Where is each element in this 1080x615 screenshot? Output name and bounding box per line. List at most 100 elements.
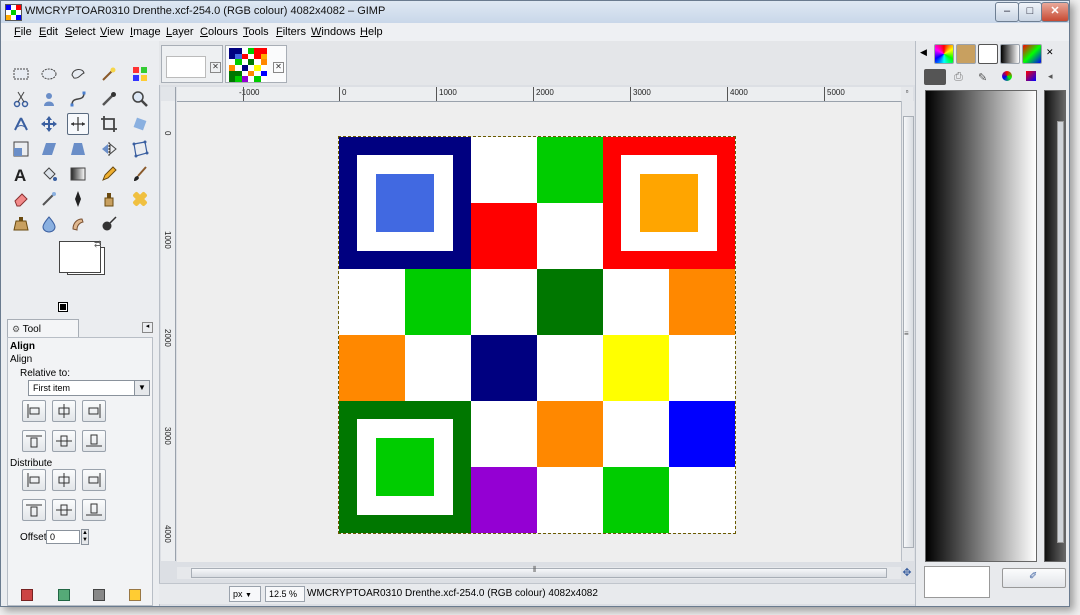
scissors-select-tool-icon[interactable] bbox=[10, 88, 32, 110]
pencil-tool-icon[interactable] bbox=[98, 163, 120, 185]
select-by-color-tool-icon[interactable] bbox=[129, 63, 151, 85]
horizontal-ruler[interactable]: -1000 0 1000 2000 3000 4000 5000 bbox=[177, 87, 901, 102]
bucket-fill-tool-icon[interactable] bbox=[38, 163, 60, 185]
menu-tools[interactable]: Tools bbox=[243, 26, 269, 38]
scale-tool-icon[interactable] bbox=[10, 138, 32, 160]
align-left-edge-button[interactable] bbox=[22, 400, 46, 422]
measure-tool-icon[interactable] bbox=[10, 113, 32, 135]
rotate-tool-icon[interactable] bbox=[129, 113, 151, 135]
foreground-select-tool-icon[interactable] bbox=[38, 88, 60, 110]
image-tab-2[interactable]: ✕ bbox=[225, 45, 287, 83]
gradient-preview[interactable] bbox=[925, 90, 1037, 562]
align-top-edge-button[interactable] bbox=[22, 430, 46, 452]
distribute-right-button[interactable] bbox=[82, 469, 106, 491]
close-tab-icon[interactable]: ✕ bbox=[273, 62, 284, 73]
close-tab-icon[interactable]: ✕ bbox=[210, 62, 221, 73]
gradients-tab-icon[interactable] bbox=[1000, 44, 1020, 64]
fg-bg-preview[interactable] bbox=[924, 566, 990, 598]
relative-to-select[interactable]: First item ▼ bbox=[28, 380, 150, 396]
distribute-middle-button[interactable] bbox=[52, 499, 76, 521]
image-board[interactable] bbox=[338, 136, 736, 534]
align-middle-button[interactable] bbox=[52, 430, 76, 452]
paths-tab-icon[interactable] bbox=[978, 44, 998, 64]
navigate-icon[interactable]: ✥ bbox=[901, 567, 913, 579]
move-tool-icon[interactable] bbox=[38, 113, 60, 135]
maximize-button[interactable]: □ bbox=[1018, 2, 1042, 22]
vertical-scrollbar[interactable]: ≡ bbox=[901, 101, 914, 561]
delete-tool-options-icon[interactable] bbox=[93, 589, 105, 601]
default-colors-icon[interactable] bbox=[58, 302, 68, 312]
color-wheel-icon[interactable] bbox=[1002, 71, 1012, 81]
offset-input[interactable]: 0 bbox=[46, 530, 80, 544]
swap-colors-icon[interactable]: ⇄ bbox=[94, 239, 102, 250]
horizontal-scroll-thumb[interactable] bbox=[191, 568, 887, 578]
perspective-clone-tool-icon[interactable] bbox=[10, 213, 32, 235]
tool-options-tab[interactable]: ⚙ Tool Options bbox=[7, 319, 79, 353]
menu-file[interactable]: File bbox=[14, 26, 32, 38]
smudge-tool-icon[interactable] bbox=[67, 213, 89, 235]
free-select-tool-icon[interactable] bbox=[67, 63, 89, 85]
menu-colours[interactable]: Colours bbox=[200, 26, 238, 38]
horizontal-scrollbar[interactable]: ⦀ bbox=[177, 565, 901, 579]
airbrush-tool-icon[interactable] bbox=[38, 188, 60, 210]
printer-icon[interactable]: ⎙ bbox=[954, 71, 963, 84]
navigate-zoom-icon[interactable]: ▫ bbox=[901, 87, 913, 101]
distribute-bottom-button[interactable] bbox=[82, 499, 106, 521]
menu-edit[interactable]: Edit bbox=[39, 26, 58, 38]
cage-transform-tool-icon[interactable] bbox=[129, 138, 151, 160]
menu-view[interactable]: View bbox=[100, 26, 124, 38]
paths-tool-icon[interactable] bbox=[67, 88, 89, 110]
color-picker-tool-icon[interactable] bbox=[98, 88, 120, 110]
restore-tool-options-icon[interactable] bbox=[58, 589, 70, 601]
menu-filters[interactable]: Filters bbox=[276, 26, 306, 38]
heal-tool-icon[interactable] bbox=[129, 188, 151, 210]
paint-tool-icon[interactable]: ✎ bbox=[978, 71, 987, 84]
menu-help[interactable]: Help bbox=[360, 26, 383, 38]
reset-tool-options-icon[interactable] bbox=[129, 589, 141, 601]
tab-menu-icon[interactable]: ◂ bbox=[142, 322, 153, 333]
fuzzy-select-tool-icon[interactable] bbox=[98, 63, 120, 85]
crop-tool-icon[interactable] bbox=[98, 113, 120, 135]
text-tool-icon[interactable]: A bbox=[10, 163, 32, 185]
shear-tool-icon[interactable] bbox=[38, 138, 60, 160]
dock-menu-icon[interactable]: ◀ bbox=[920, 47, 927, 58]
blend-tool-icon[interactable] bbox=[67, 163, 89, 185]
align-center-button[interactable] bbox=[52, 400, 76, 422]
close-dock-icon[interactable]: ✕ bbox=[1046, 47, 1054, 58]
unit-select[interactable]: px ▼ bbox=[229, 586, 261, 602]
align-bottom-edge-button[interactable] bbox=[82, 430, 106, 452]
align-tool-icon[interactable] bbox=[67, 113, 89, 135]
palette-icon[interactable] bbox=[1026, 71, 1036, 81]
dock-scrollbar[interactable] bbox=[1057, 121, 1064, 543]
image-tab-1[interactable]: ✕ bbox=[161, 45, 223, 83]
close-button[interactable]: ✕ bbox=[1041, 2, 1069, 22]
zoom-select[interactable]: 12.5 % bbox=[265, 586, 305, 602]
menu-image[interactable]: Image bbox=[130, 26, 161, 38]
menu-layer[interactable]: Layer bbox=[166, 26, 194, 38]
more-tabs-icon[interactable]: ◂ bbox=[1048, 71, 1053, 82]
minimize-button[interactable]: – bbox=[995, 2, 1019, 22]
ink-tool-icon[interactable] bbox=[67, 188, 89, 210]
paintbrush-tool-icon[interactable] bbox=[129, 163, 151, 185]
offset-spin-buttons[interactable]: ▲ ▼ bbox=[81, 529, 89, 545]
dodge-burn-tool-icon[interactable] bbox=[98, 213, 120, 235]
perspective-tool-icon[interactable] bbox=[67, 138, 89, 160]
eraser-tool-icon[interactable] bbox=[10, 188, 32, 210]
distribute-center-button[interactable] bbox=[52, 469, 76, 491]
rect-select-tool-icon[interactable] bbox=[10, 63, 32, 85]
save-tool-options-icon[interactable] bbox=[21, 589, 33, 601]
brush-options-icon[interactable] bbox=[924, 69, 946, 85]
menu-select[interactable]: Select bbox=[65, 26, 96, 38]
distribute-left-button[interactable] bbox=[22, 469, 46, 491]
flip-tool-icon[interactable] bbox=[98, 138, 120, 160]
edit-button[interactable]: ✐ bbox=[1002, 568, 1066, 588]
menu-windows[interactable]: Windows bbox=[311, 26, 356, 38]
distribute-top-button[interactable] bbox=[22, 499, 46, 521]
patterns-tab-icon[interactable] bbox=[934, 44, 954, 64]
align-right-edge-button[interactable] bbox=[82, 400, 106, 422]
palettes-tab-icon[interactable] bbox=[1022, 44, 1042, 64]
brushes-tab-icon[interactable] bbox=[956, 44, 976, 64]
clone-tool-icon[interactable] bbox=[98, 188, 120, 210]
vertical-ruler[interactable]: 0 1000 2000 3000 4000 bbox=[161, 101, 176, 561]
ellipse-select-tool-icon[interactable] bbox=[38, 63, 60, 85]
